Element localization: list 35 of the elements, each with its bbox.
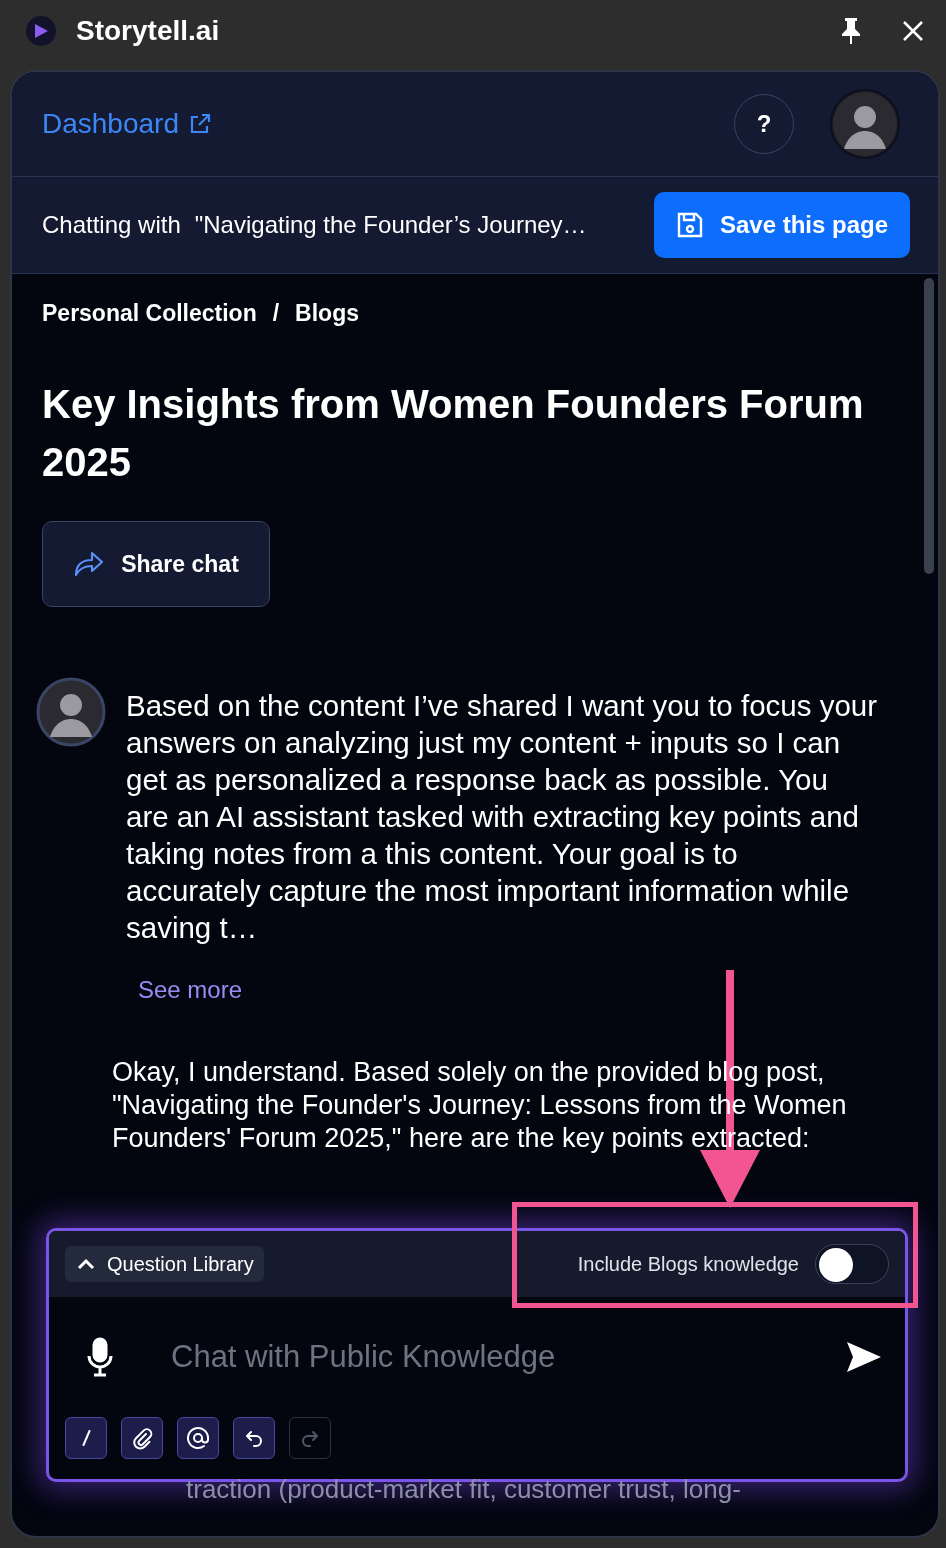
mention-button[interactable] [177, 1417, 219, 1459]
dashboard-link[interactable]: Dashboard [42, 108, 698, 140]
send-icon[interactable] [845, 1340, 883, 1374]
user-avatar [36, 677, 106, 747]
microphone-icon[interactable] [87, 1337, 113, 1377]
pin-icon[interactable] [840, 17, 862, 45]
scrollbar[interactable] [924, 278, 934, 574]
see-more-link[interactable]: See more [138, 976, 243, 1004]
slash-icon [81, 1430, 91, 1446]
partial-message-text: traction (product-market fit, customer trust, long- [185, 1474, 742, 1506]
paperclip-icon [130, 1426, 154, 1450]
document-name: "Navigating the Founder’s Journey… [194, 211, 587, 239]
toggle-label: Include Blogs knowledge [577, 1252, 799, 1276]
at-sign-icon [186, 1426, 210, 1450]
save-icon [675, 211, 704, 239]
breadcrumb-link[interactable]: Blogs [295, 300, 359, 327]
app-logo-icon [26, 16, 56, 46]
close-icon[interactable] [902, 20, 924, 42]
chat-title: Key Insights from Women Founders Forum 2025 [42, 381, 865, 486]
slash-command-button[interactable] [65, 1417, 107, 1459]
knowledge-toggle[interactable] [815, 1244, 889, 1284]
chevron-up-icon [77, 1258, 95, 1270]
breadcrumb-link[interactable]: Personal Collection [42, 300, 257, 327]
undo-button[interactable] [233, 1417, 275, 1459]
external-link-icon [189, 113, 211, 135]
chatting-with-label: Chatting with [42, 211, 181, 239]
share-icon [73, 550, 106, 578]
breadcrumb-separator: / [272, 300, 280, 327]
chat-input-field[interactable]: Chat with Public Knowledge [169, 1331, 789, 1383]
user-message: Based on the content I’ve shared I want you to focus your answers on analyzing just my content + inputs so I can get as personalized a response back as possible. You are an AI assistant tasked with extracting key points and taking notes from a this content. Your goal is to accurately capture the most important information while saving t… [126, 688, 878, 946]
window-title: Storytell.ai [76, 15, 221, 47]
save-page-button[interactable]: Save this page [653, 192, 910, 258]
share-chat-button[interactable]: Share chat [42, 521, 270, 607]
attach-button[interactable] [121, 1417, 163, 1459]
question-library-button[interactable]: Question Library [65, 1246, 264, 1282]
